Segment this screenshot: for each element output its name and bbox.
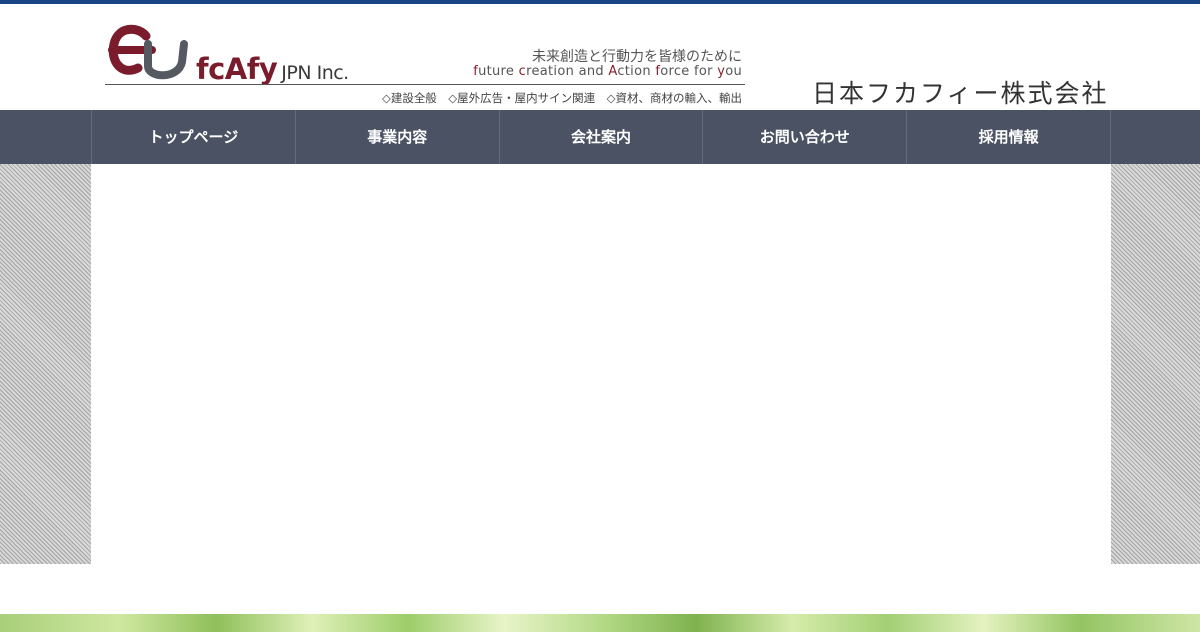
- logo-brand-text: fcAfy: [196, 52, 278, 86]
- company-logo-icon[interactable]: [108, 22, 192, 84]
- footer-leaf-banner: [0, 614, 1200, 632]
- logo-wordmark[interactable]: fcAfy JPN Inc.: [196, 51, 349, 87]
- company-name: 日本フカフィー株式会社: [812, 79, 1109, 108]
- nav-items: トップページ 事業内容 会社案内 お問い合わせ 採用情報: [91, 110, 1111, 164]
- nav-item-business[interactable]: 事業内容: [296, 110, 500, 164]
- main-content-area: [91, 164, 1111, 564]
- services-list: ◇建設全般 ◇屋外広告・屋内サイン関連 ◇資材、商材の輸入、輸出: [381, 91, 742, 105]
- site-header: fcAfy JPN Inc. 未来創造と行動力を皆様のために future cre…: [0, 4, 1200, 110]
- tagline-english: future creation and Action force for you: [473, 64, 742, 79]
- tagline-japanese: 未来創造と行動力を皆様のために: [532, 49, 742, 65]
- nav-item-company[interactable]: 会社案内: [500, 110, 704, 164]
- logo-suffix-text: JPN Inc.: [281, 62, 349, 84]
- main-nav: トップページ 事業内容 会社案内 お問い合わせ 採用情報: [0, 110, 1200, 164]
- nav-item-top-page[interactable]: トップページ: [92, 110, 296, 164]
- right-pattern-panel: [1111, 164, 1200, 564]
- nav-item-recruit[interactable]: 採用情報: [907, 110, 1110, 164]
- nav-item-contact[interactable]: お問い合わせ: [703, 110, 908, 164]
- left-pattern-panel: [0, 164, 91, 564]
- header-divider: [105, 84, 745, 85]
